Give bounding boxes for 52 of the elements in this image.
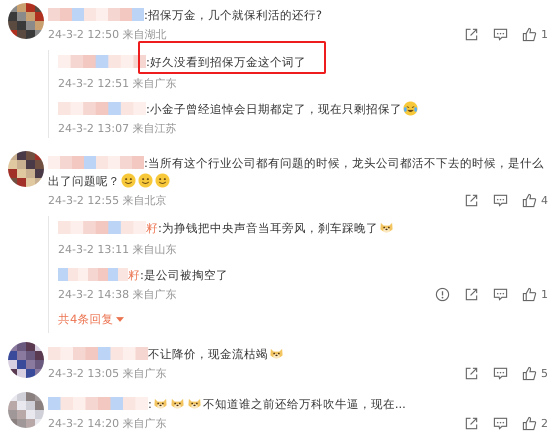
dog-emoji-icon (186, 396, 202, 411)
reply-time: 24-3-2 14:38 来自广东 (58, 286, 177, 302)
thumbs-up-icon[interactable] (522, 192, 537, 208)
like-count: 1 (541, 288, 548, 300)
share-icon[interactable] (464, 286, 479, 302)
comment-text: : (148, 397, 152, 411)
reply-text: :好久没看到招保万金这个词了 (146, 55, 306, 69)
comment-time: 24-3-2 12:50 来自湖北 (48, 26, 167, 42)
reply-time: 24-3-2 12:51 来自广东 (58, 76, 177, 90)
reply-time: 24-3-2 13:11 来自山东 (58, 242, 177, 256)
comment-icon[interactable] (493, 26, 508, 42)
smiley-icon (138, 173, 153, 188)
share-icon[interactable] (464, 366, 479, 380)
comment-time: 24-3-2 13:05 来自广东 (48, 366, 167, 380)
comment-text: :为挣钱把中央声音当耳旁风，刹车踩晚了 (158, 221, 378, 235)
thumbs-up-icon[interactable] (522, 26, 537, 42)
like-count: 2 (541, 416, 548, 430)
thumbs-up-icon[interactable] (522, 366, 537, 380)
like-count: 1 (541, 28, 548, 40)
like-count: 4 (541, 194, 548, 206)
thumbs-up-icon[interactable] (522, 416, 537, 430)
username[interactable]: 籽 (128, 268, 140, 282)
laughing-crying-icon (402, 101, 418, 116)
dog-emoji-icon (152, 396, 168, 411)
caret-icon (116, 317, 124, 322)
like-count: 5 (541, 366, 548, 380)
comment-icon[interactable] (493, 286, 508, 302)
dog-emoji-icon (378, 220, 394, 235)
comment-icon[interactable] (493, 192, 508, 208)
comment-text: :是公司被掏空了 (140, 268, 228, 282)
comment-time: 24-3-2 14:20 来自广东 (48, 416, 167, 430)
comment-text: 出了问题呢？ (48, 174, 120, 188)
dog-emoji-icon (170, 396, 185, 411)
more-replies-link[interactable]: 共4条回复 (58, 308, 124, 333)
comment-text: 不知道谁之前还给万科吹牛逼，现在... (202, 397, 406, 411)
username[interactable]: 籽 (146, 221, 158, 235)
reply-time: 24-3-2 13:07 来自江苏 (58, 120, 177, 136)
dog-emoji-icon (269, 346, 284, 361)
comment-icon[interactable] (493, 416, 508, 430)
comment-text: 不让降价，现金流枯竭 (148, 347, 268, 361)
comment-text: :小金子曾经追悼会日期都定了，现在只剩招保了 (146, 102, 402, 116)
share-icon[interactable] (464, 192, 479, 208)
thumbs-up-icon[interactable] (522, 286, 537, 302)
report-icon[interactable] (435, 286, 450, 302)
share-icon[interactable] (464, 26, 479, 42)
comment-text: :当所有这个行业公司都有问题的时候，龙头公司都活不下去的时候，是什么 (144, 156, 544, 170)
comment-time: 24-3-2 12:55 来自北京 (48, 192, 167, 208)
comment-text: :招保万金，几个就保利活的还行? (144, 8, 322, 22)
share-icon[interactable] (464, 416, 479, 430)
smiley-icon (121, 173, 136, 188)
smiley-icon (155, 173, 170, 188)
comment-icon[interactable] (493, 366, 508, 380)
